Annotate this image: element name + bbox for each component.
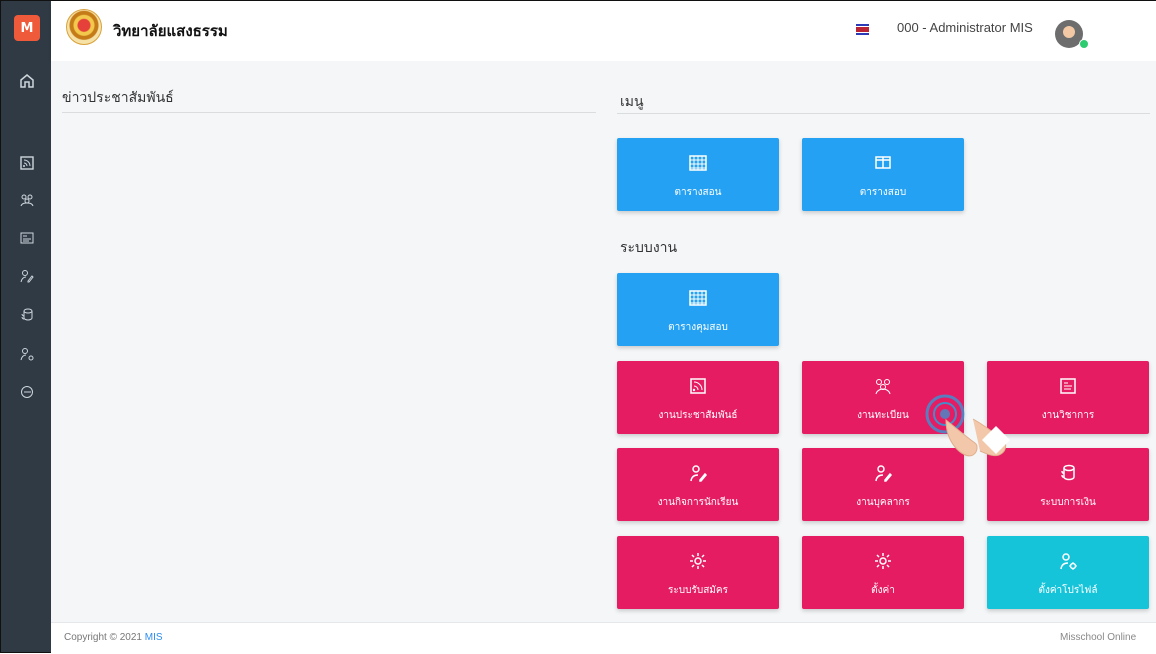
settings-gear-icon [873, 551, 893, 571]
brand-link[interactable]: MIS [145, 632, 163, 643]
copyright-text: Copyright © 2021 MIS [64, 632, 163, 643]
finance-tile[interactable]: ระบบการเงิน [987, 448, 1149, 521]
tile-label: งานทะเบียน [857, 410, 909, 421]
personnel-tile[interactable]: งานบุคลากร [802, 448, 964, 521]
public-relations-tile[interactable]: งานประชาสัมพันธ์ [617, 361, 779, 434]
profile-settings-tile[interactable]: ตั้งค่าโปรไฟล์ [987, 536, 1149, 609]
book-icon [873, 153, 893, 173]
settings-tile[interactable]: ตั้งค่า [802, 536, 964, 609]
tile-label: ตั้งค่า [871, 585, 895, 596]
group-icon[interactable] [16, 189, 38, 211]
app-logo[interactable]: M [14, 15, 40, 41]
rss-icon[interactable] [16, 152, 38, 174]
online-status-icon [1079, 39, 1089, 49]
edit-user-icon [873, 463, 893, 483]
left-sidebar: M [1, 1, 51, 652]
news-divider [62, 112, 596, 113]
group-icon [873, 376, 893, 396]
tile-label: งานวิชาการ [1041, 410, 1095, 421]
school-name: วิทยาลัยแสงธรรม [113, 23, 228, 40]
user-settings-icon[interactable] [16, 343, 38, 365]
tile-label: งานประชาสัมพันธ์ [658, 410, 738, 421]
coins-icon [1058, 463, 1078, 483]
news-section-title: ข่าวประชาสัมพันธ์ [62, 90, 174, 106]
logout-icon[interactable] [16, 381, 38, 403]
table-icon [688, 288, 708, 308]
rss-icon [688, 376, 708, 396]
menu-divider [617, 113, 1150, 114]
system-section-title: ระบบงาน [620, 240, 678, 256]
tile-label: ตารางสอน [674, 187, 722, 198]
settings-gear-icon [688, 551, 708, 571]
home-icon[interactable] [16, 70, 38, 92]
tile-label: ระบบรับสมัคร [668, 585, 728, 596]
table-icon [688, 153, 708, 173]
user-label[interactable]: 000 - Administrator MIS [897, 20, 1033, 35]
edit-user-icon [688, 463, 708, 483]
exam-supervision-tile[interactable]: ตารางคุมสอบ [617, 273, 779, 346]
admission-tile[interactable]: ระบบรับสมัคร [617, 536, 779, 609]
news-icon[interactable] [16, 227, 38, 249]
thai-flag-icon[interactable] [856, 24, 869, 35]
school-seal-icon [66, 9, 102, 45]
teaching-schedule-tile[interactable]: ตารางสอน [617, 138, 779, 211]
footer [51, 622, 1156, 654]
copyright-label: Copyright © 2021 [64, 632, 142, 643]
student-affairs-tile[interactable]: งานกิจการนักเรียน [617, 448, 779, 521]
tile-label: ตารางคุมสอบ [668, 322, 728, 333]
tile-label: ระบบการเงิน [1040, 497, 1096, 508]
tile-label: ตั้งค่าโปรไฟล์ [1038, 585, 1098, 596]
coins-icon[interactable] [16, 304, 38, 326]
menu-section-title: เมนู [620, 94, 644, 110]
academic-tile[interactable]: งานวิชาการ [987, 361, 1149, 434]
tile-label: งานบุคลากร [856, 497, 910, 508]
edit-user-icon[interactable] [16, 265, 38, 287]
tile-label: ตารางสอบ [859, 187, 907, 198]
footer-right-text: Misschool Online [1060, 632, 1137, 643]
user-settings-icon [1058, 551, 1078, 571]
tile-label: งานกิจการนักเรียน [657, 497, 739, 508]
registration-tile[interactable]: งานทะเบียน [802, 361, 964, 434]
news-icon [1058, 376, 1078, 396]
exam-schedule-tile[interactable]: ตารางสอบ [802, 138, 964, 211]
